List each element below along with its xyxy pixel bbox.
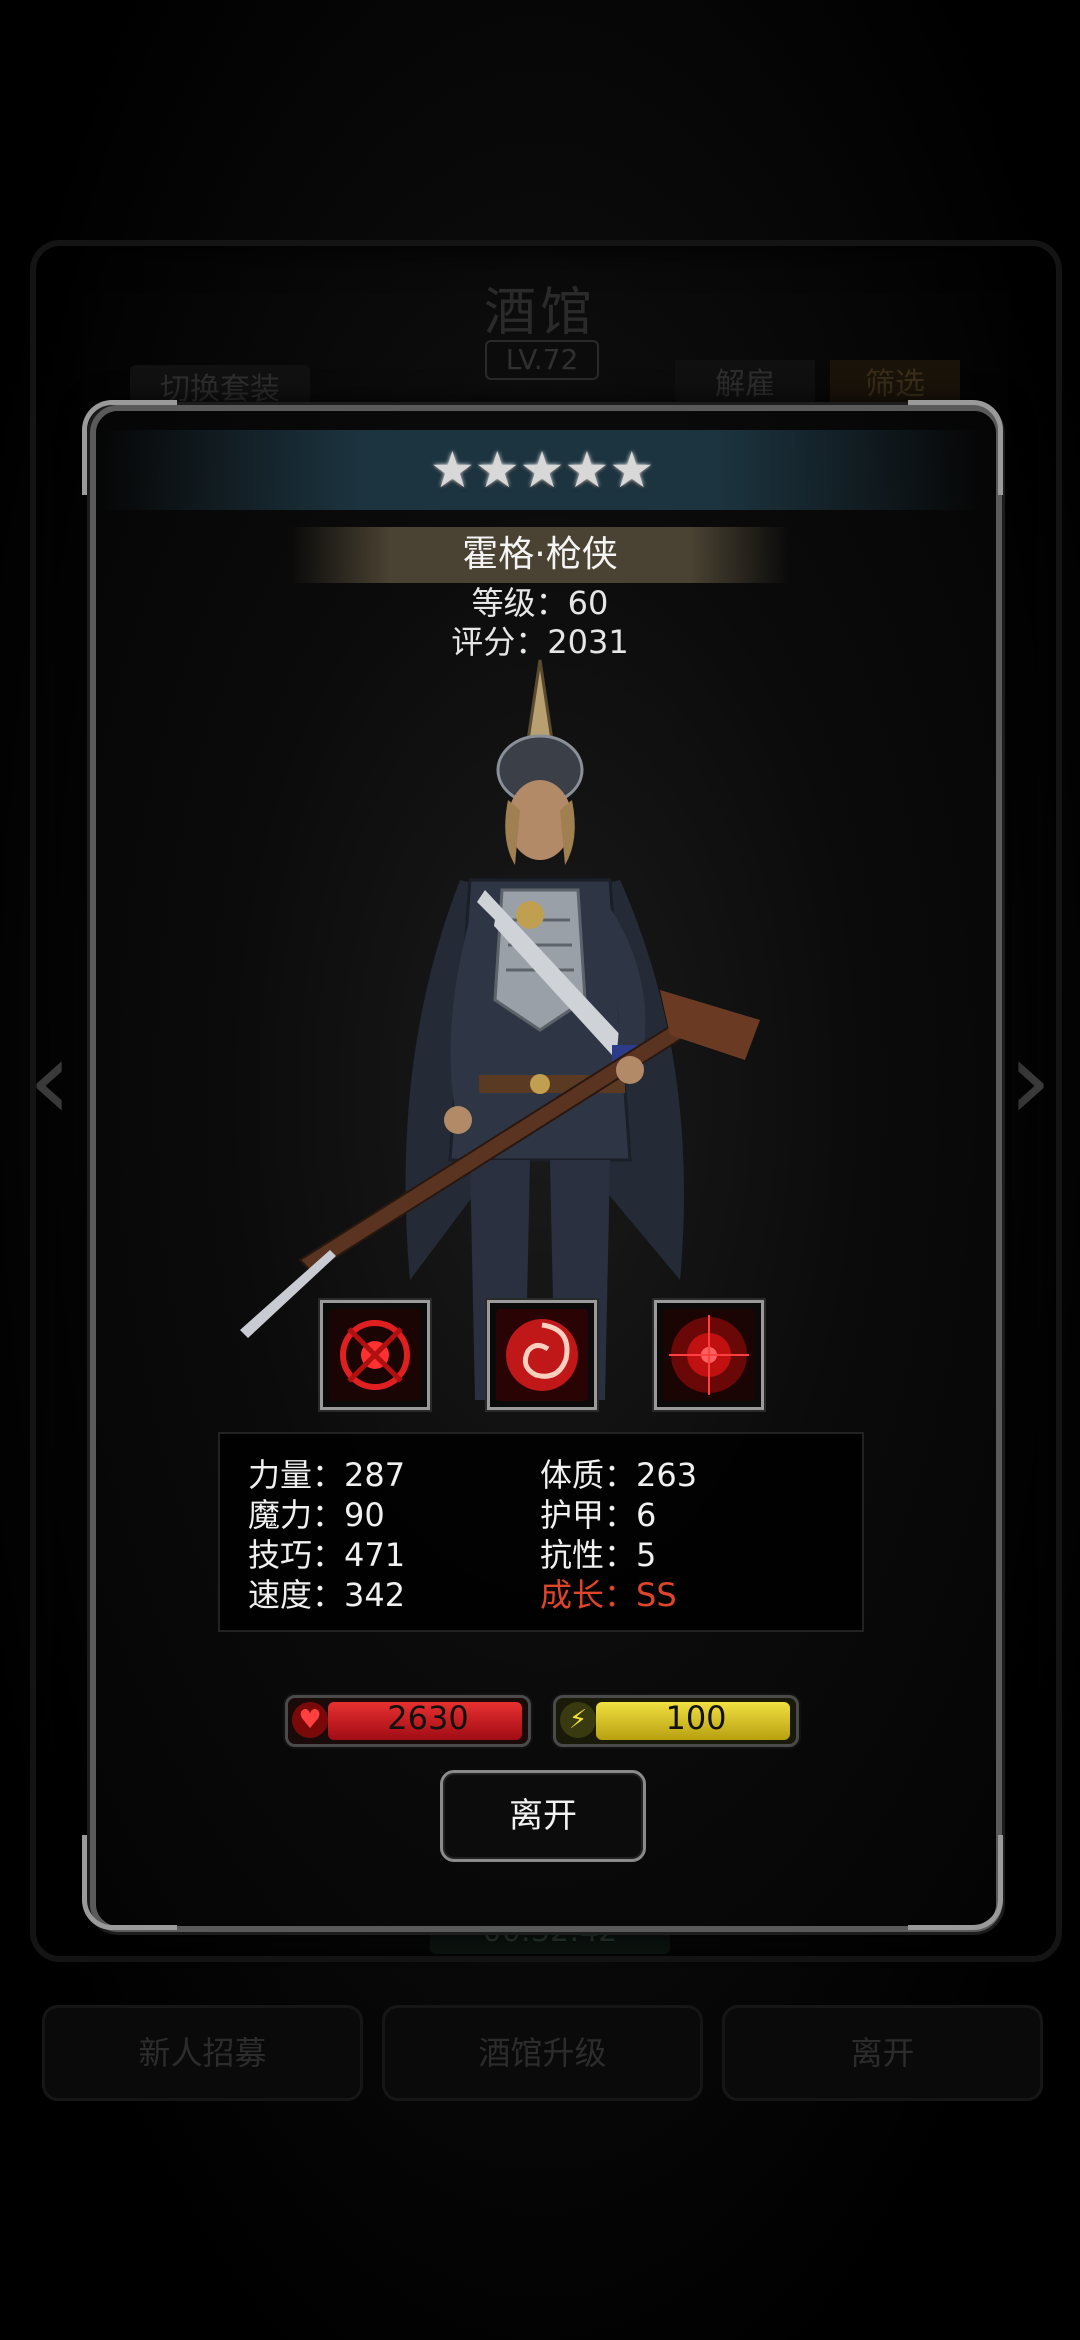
star-icon: ★ [519, 441, 565, 499]
energy-bar: ⚡ 100 [553, 1695, 799, 1747]
star-rating: ★ ★ ★ ★ ★ [430, 440, 654, 500]
stat-armor: 护甲：6 [540, 1496, 657, 1534]
background-leave-button: 离开 [722, 2005, 1043, 2101]
hero-name: 霍格·枪侠 [462, 534, 618, 575]
stat-magic: 魔力：90 [248, 1496, 385, 1534]
previous-hero-arrow-icon[interactable]: ‹ [10, 1020, 90, 1140]
vortex-skill-icon [496, 1309, 588, 1401]
ornament-corner-icon [908, 1835, 1003, 1930]
new-recruit-button: 新人招募 [42, 2005, 363, 2101]
star-icon: ★ [609, 441, 655, 499]
tavern-level: LV.72 [485, 340, 599, 380]
stat-speed: 速度：342 [248, 1576, 406, 1614]
crosshair-skill-icon [329, 1309, 421, 1401]
tavern-upgrade-button: 酒馆升级 [382, 2005, 703, 2101]
heart-icon: ♥ [292, 1702, 328, 1738]
star-icon: ★ [430, 441, 475, 499]
stat-resistance: 抗性：5 [540, 1536, 657, 1574]
fire-button: 解雇 [675, 360, 815, 410]
stat-constitution: 体质：263 [540, 1456, 698, 1494]
lightning-icon: ⚡ [560, 1702, 596, 1738]
next-hero-arrow-icon[interactable]: › [990, 1020, 1070, 1140]
energy-value: 100 [665, 1699, 727, 1737]
hp-value: 2630 [387, 1699, 469, 1737]
skill-slot-2[interactable] [487, 1300, 597, 1410]
target-skill-icon [663, 1309, 755, 1401]
hp-bar: ♥ 2630 [285, 1695, 531, 1747]
leave-button[interactable]: 离开 [440, 1770, 646, 1862]
star-icon: ★ [564, 441, 610, 499]
tavern-title: 酒馆 [483, 283, 596, 343]
skill-slot-1[interactable] [320, 1300, 430, 1410]
star-icon: ★ [474, 441, 520, 499]
hero-level: 等级：60 [471, 584, 609, 622]
stat-growth: 成长：SS [540, 1576, 677, 1614]
stat-strength: 力量：287 [248, 1456, 406, 1494]
stat-skill: 技巧：471 [248, 1536, 406, 1574]
skill-slot-3[interactable] [654, 1300, 764, 1410]
ornament-corner-icon [82, 1835, 177, 1930]
